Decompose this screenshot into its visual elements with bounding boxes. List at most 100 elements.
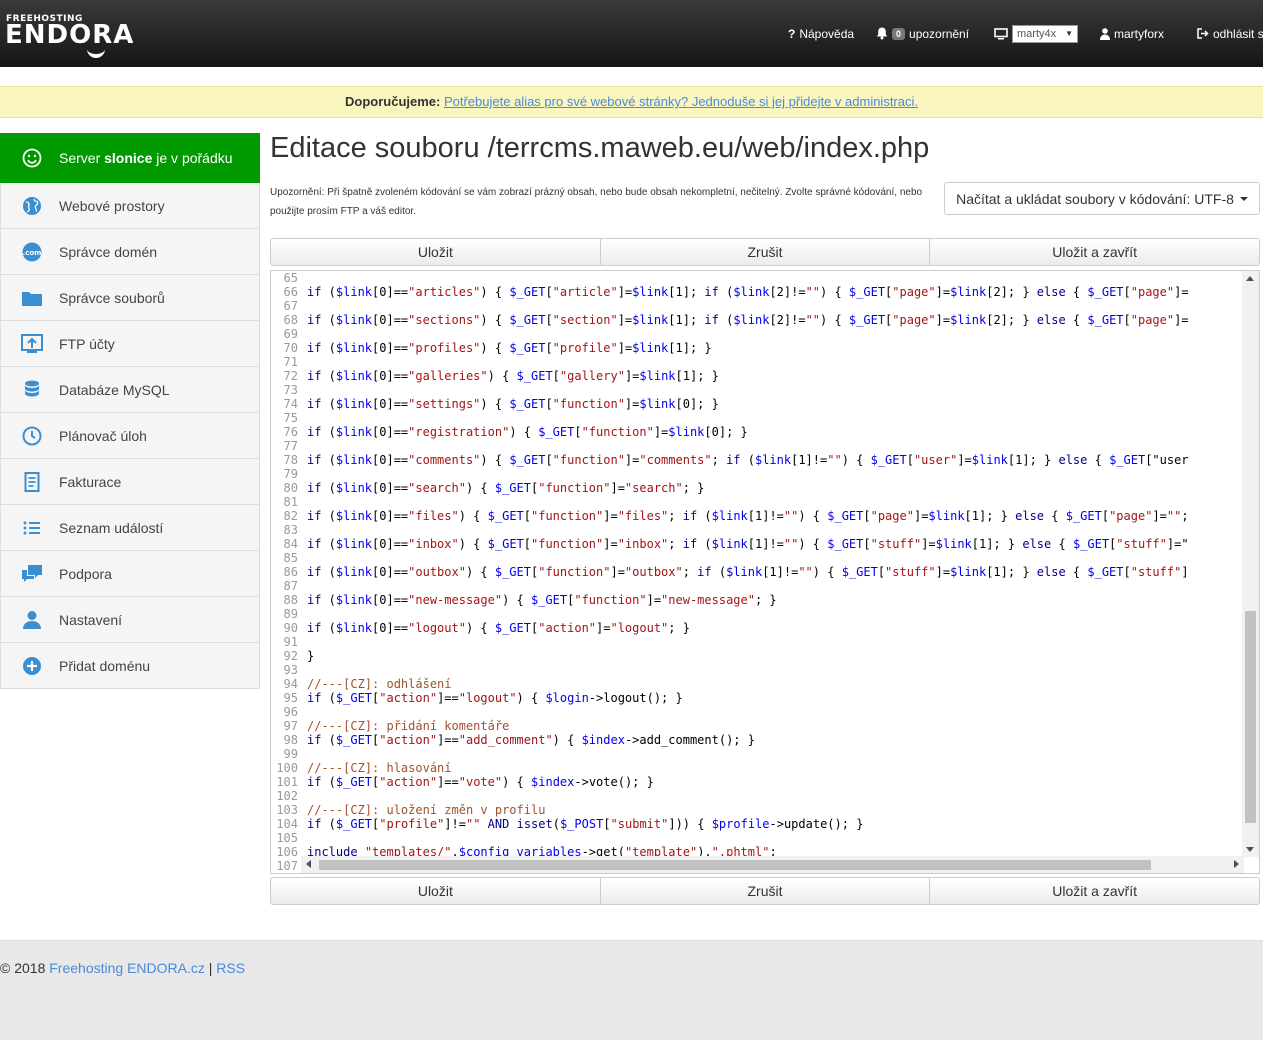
question-icon: ? xyxy=(788,26,796,41)
notifications-link[interactable]: 0 upozornění xyxy=(876,0,969,67)
cancel-button[interactable]: Zrušit xyxy=(600,238,931,266)
sidebar-item-ftp-accounts[interactable]: FTP účty xyxy=(0,321,260,367)
code-line[interactable]: //---[CZ]: hlasování xyxy=(307,761,1243,775)
help-link[interactable]: ? Nápověda xyxy=(788,0,854,67)
save-close-button[interactable]: Uložit a zavřít xyxy=(930,877,1261,905)
code-line[interactable]: if ($link[0]=="registration") { $_GET["f… xyxy=(307,425,1243,439)
sidebar-item-web-spaces[interactable]: Webové prostory xyxy=(0,183,260,229)
code-line[interactable]: //---[CZ]: odhlášení xyxy=(307,677,1243,691)
code-line[interactable]: if ($link[0]=="outbox") { $_GET["functio… xyxy=(307,565,1243,579)
code-line[interactable] xyxy=(307,523,1243,537)
scroll-left-arrow-icon[interactable] xyxy=(306,860,311,868)
sidebar-item-label: Fakturace xyxy=(59,473,122,490)
code-line[interactable] xyxy=(307,747,1243,761)
sidebar-item-event-list[interactable]: Seznam událostí xyxy=(0,505,260,551)
code-line[interactable] xyxy=(307,411,1243,425)
endora-logo[interactable]: FREEHOSTING ENDORA xyxy=(5,14,155,58)
line-number: 85 xyxy=(283,551,298,565)
code-line[interactable]: } xyxy=(307,649,1243,663)
line-number: 99 xyxy=(283,747,298,761)
code-line[interactable]: if ($link[0]=="logout") { $_GET["action"… xyxy=(307,621,1243,635)
line-number: 95 xyxy=(283,691,298,705)
footer-rss-link[interactable]: RSS xyxy=(216,960,245,976)
save-button[interactable]: Uložit xyxy=(270,877,601,905)
sidebar-item-settings[interactable]: Nastavení xyxy=(0,597,260,643)
code-line[interactable]: if ($link[0]=="search") { $_GET["functio… xyxy=(307,481,1243,495)
vertical-scroll-thumb[interactable] xyxy=(1245,611,1256,823)
plus-circle-icon xyxy=(21,655,43,677)
encoding-dropdown-button[interactable]: Načítat a ukládat soubory v kódování: UT… xyxy=(944,182,1260,215)
user-profile-link[interactable]: martyforx xyxy=(1100,0,1164,67)
sidebar-item-file-manager[interactable]: Správce souborů xyxy=(0,275,260,321)
code-line[interactable]: if ($link[0]=="comments") { $_GET["funct… xyxy=(307,453,1243,467)
save-close-button[interactable]: Uložit a zavřít xyxy=(930,238,1261,266)
line-number: 84 xyxy=(283,537,298,551)
code-line[interactable]: if ($link[0]=="new-message") { $_GET["fu… xyxy=(307,593,1243,607)
line-number: 79 xyxy=(283,467,298,481)
scroll-right-arrow-icon[interactable] xyxy=(1234,860,1239,868)
line-number: 96 xyxy=(283,705,298,719)
code-line[interactable]: if ($_GET["action"]=="logout") { $login-… xyxy=(307,691,1243,705)
server-status[interactable]: Server slonice je v pořádku xyxy=(0,133,260,183)
code-line[interactable]: if ($link[0]=="sections") { $_GET["secti… xyxy=(307,313,1243,327)
code-line[interactable]: if ($link[0]=="inbox") { $_GET["function… xyxy=(307,537,1243,551)
sidebar-item-billing[interactable]: Fakturace xyxy=(0,459,260,505)
account-select[interactable]: marty4x xyxy=(1012,24,1078,43)
cancel-button[interactable]: Zrušit xyxy=(600,877,931,905)
line-number: 104 xyxy=(276,817,298,831)
footer-brand-link[interactable]: Freehosting ENDORA.cz xyxy=(49,960,205,976)
sidebar-item-support[interactable]: Podpora xyxy=(0,551,260,597)
line-number: 87 xyxy=(283,579,298,593)
code-line[interactable] xyxy=(307,439,1243,453)
sidebar-item-task-scheduler[interactable]: Plánovač úloh xyxy=(0,413,260,459)
code-line[interactable]: if ($_GET["profile"]!="" AND isset($_POS… xyxy=(307,817,1243,831)
code-line[interactable] xyxy=(307,383,1243,397)
code-line[interactable] xyxy=(307,467,1243,481)
code-line[interactable] xyxy=(307,551,1243,565)
code-line[interactable]: if ($_GET["action"]=="add_comment") { $i… xyxy=(307,733,1243,747)
code-line[interactable] xyxy=(307,579,1243,593)
scroll-down-arrow-icon[interactable] xyxy=(1246,847,1254,852)
code-line[interactable] xyxy=(307,299,1243,313)
code-line[interactable] xyxy=(307,495,1243,509)
code-line[interactable]: //---[CZ]: uložení změn v profilu xyxy=(307,803,1243,817)
line-number: 98 xyxy=(283,733,298,747)
code-line[interactable]: if ($link[0]=="galleries") { $_GET["gall… xyxy=(307,369,1243,383)
sidebar-item-add-domain[interactable]: Přidat doménu xyxy=(0,643,260,689)
code-line[interactable]: //---[CZ]: přidání komentáře xyxy=(307,719,1243,733)
code-line[interactable] xyxy=(307,663,1243,677)
code-line[interactable] xyxy=(307,789,1243,803)
code-line[interactable]: if ($link[0]=="files") { $_GET["function… xyxy=(307,509,1243,523)
code-line[interactable]: if ($_GET["action"]=="vote") { $index->v… xyxy=(307,775,1243,789)
code-line[interactable] xyxy=(307,831,1243,845)
database-icon xyxy=(21,379,43,401)
code-line[interactable] xyxy=(307,271,1243,285)
code-line[interactable] xyxy=(307,705,1243,719)
code-line[interactable]: if ($link[0]=="profiles") { $_GET["profi… xyxy=(307,341,1243,355)
code-line[interactable] xyxy=(307,355,1243,369)
chat-icon xyxy=(21,563,43,585)
code-area[interactable]: if ($link[0]=="articles") { $_GET["artic… xyxy=(307,271,1243,857)
code-line[interactable] xyxy=(307,607,1243,621)
logout-link[interactable]: odhlásit s xyxy=(1197,0,1263,67)
account-switcher: marty4x xyxy=(994,0,1078,67)
line-number: 72 xyxy=(283,369,298,383)
line-number: 74 xyxy=(283,397,298,411)
line-number: 102 xyxy=(276,789,298,803)
code-line[interactable] xyxy=(307,635,1243,649)
recommendation-link[interactable]: Potřebujete alias pro své webové stránky… xyxy=(444,94,918,109)
sidebar-item-domain-manager[interactable]: .com Správce domén xyxy=(0,229,260,275)
scroll-up-arrow-icon[interactable] xyxy=(1246,276,1254,281)
sidebar-item-label: Nastavení xyxy=(59,611,123,628)
vertical-scrollbar[interactable] xyxy=(1242,271,1259,857)
save-button[interactable]: Uložit xyxy=(270,238,601,266)
sidebar-item-mysql[interactable]: Databáze MySQL xyxy=(0,367,260,413)
code-line[interactable] xyxy=(307,327,1243,341)
horizontal-scroll-thumb[interactable] xyxy=(319,860,1151,870)
code-line[interactable]: if ($link[0]=="articles") { $_GET["artic… xyxy=(307,285,1243,299)
code-editor[interactable]: 65 66 67 68 69 70 71 72 73 74 75 76 77 78 79 80 81 82 83 84… xyxy=(270,270,1260,874)
server-status-text: Server slonice je v pořádku xyxy=(59,150,233,166)
code-line[interactable]: if ($link[0]=="settings") { $_GET["funct… xyxy=(307,397,1243,411)
horizontal-scrollbar[interactable] xyxy=(301,856,1244,873)
line-number: 105 xyxy=(276,831,298,845)
